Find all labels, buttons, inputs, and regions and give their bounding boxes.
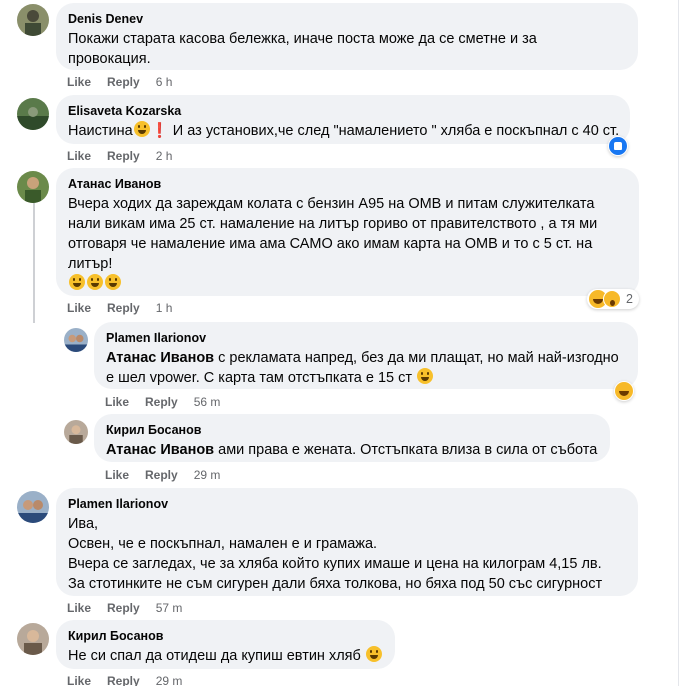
wow-reaction-icon xyxy=(603,290,621,308)
comment-timestamp[interactable]: 29 m xyxy=(156,674,183,686)
mention-link[interactable]: Атанас Иванов xyxy=(106,350,214,366)
comment-text-part: е шел vpower. С карта там отстъпката е 1… xyxy=(106,370,413,386)
comment-author[interactable]: Elisaveta Kozarska xyxy=(68,103,618,119)
comment-timestamp[interactable]: 57 m xyxy=(156,601,183,615)
comment-text: Покажи старата касова бележка, иначе пос… xyxy=(68,29,626,69)
avatar[interactable] xyxy=(17,4,49,36)
comment-text-line: Ива, xyxy=(68,516,99,532)
comment-bubble: Plamen Ilarionov Ива, Освен, че е поскъп… xyxy=(56,488,638,596)
comment-text-start: Наистина xyxy=(68,123,133,139)
reply-button[interactable]: Reply xyxy=(145,395,178,409)
emoji-row xyxy=(68,274,627,294)
comment-text-line: Освен, че е поскъпнал, намален е и грама… xyxy=(68,536,378,552)
comment-text: Вчера ходих да зареждам колата с бензин … xyxy=(68,194,627,294)
like-button[interactable]: Like xyxy=(105,395,129,409)
comment-timestamp[interactable]: 2 h xyxy=(156,149,173,163)
like-button[interactable]: Like xyxy=(67,75,91,89)
comment-text-line: е шел vpower. С карта там отстъпката е 1… xyxy=(106,368,626,388)
mention-link[interactable]: Атанас Иванов xyxy=(106,442,214,458)
grinning-emoji-icon xyxy=(365,646,382,662)
reply-button[interactable]: Reply xyxy=(107,149,140,163)
comment-text-rest: И аз установих,че след "намалението " хл… xyxy=(172,123,620,139)
comment-bubble: Plamen Ilarionov Атанас Иванов с реклама… xyxy=(94,322,638,389)
like-button[interactable]: Like xyxy=(67,601,91,615)
grinning-emoji-icon xyxy=(87,274,103,290)
comment-actions: Like Reply 56 m xyxy=(105,394,220,410)
reaction-summary[interactable] xyxy=(608,136,628,156)
avatar[interactable] xyxy=(64,328,88,352)
comment-author[interactable]: Кирил Босанов xyxy=(68,628,383,644)
rolling-laughing-emoji-icon xyxy=(417,368,434,384)
comment-bubble: Кирил Босанов Атанас Иванов ами права е … xyxy=(94,414,610,462)
like-button[interactable]: Like xyxy=(67,301,91,315)
exclamation-emoji-icon: ❗ xyxy=(150,123,169,139)
comment-text-line: Не си спал да отидеш да купиш евтин хляб xyxy=(68,646,383,666)
comment-bubble: Elisaveta Kozarska Наистина ❗ И аз устано… xyxy=(56,95,630,144)
avatar[interactable] xyxy=(17,623,49,655)
comment-actions: Like Reply 2 h xyxy=(67,148,172,164)
comment-bubble: Denis Denev Покажи старата касова бележк… xyxy=(56,3,638,70)
comment-text-line: нали викам има 25 ст. намаление на литър… xyxy=(68,216,598,232)
like-reaction-icon xyxy=(609,137,627,155)
avatar[interactable] xyxy=(17,491,49,523)
reply-button[interactable]: Reply xyxy=(107,674,140,686)
comment-timestamp[interactable]: 1 h xyxy=(156,301,173,315)
comment-text-line: Атанас Иванов с рекламата напред, без да… xyxy=(106,348,626,368)
grinning-emoji-icon xyxy=(69,274,85,290)
comment-text: Не си спал да отидеш да купиш евтин хляб xyxy=(68,646,383,666)
avatar[interactable] xyxy=(17,171,49,203)
comment-text-line: Вчера ходих да зареждам колата с бензин … xyxy=(68,196,595,212)
avatar[interactable] xyxy=(64,420,88,444)
comment-text-part: Не си спал да отидеш да купиш евтин хляб xyxy=(68,648,361,664)
comment-text-part: ами права е жената. Отстъпката влиза в с… xyxy=(214,442,598,458)
comment-actions: Like Reply 6 h xyxy=(67,74,172,90)
thread-line xyxy=(33,203,35,323)
comment-text: Наистина ❗ И аз установих,че след "намале… xyxy=(68,121,620,141)
comment-text-line: Атанас Иванов ами права е жената. Отстъп… xyxy=(106,440,598,460)
like-button[interactable]: Like xyxy=(67,674,91,686)
comment-author[interactable]: Кирил Босанов xyxy=(106,422,598,438)
reaction-summary[interactable]: 2 xyxy=(587,289,639,309)
comment-author[interactable]: Denis Denev xyxy=(68,11,626,27)
comment-text-line: отговаря че намаление има ама САМО ако и… xyxy=(68,236,593,252)
comment-author[interactable]: Plamen Ilarionov xyxy=(106,330,626,346)
reply-button[interactable]: Reply xyxy=(107,301,140,315)
comment-text: Ива, Освен, че е поскъпнал, намален е и … xyxy=(68,514,626,594)
comment-text-line: За стотинките не съм сигурен дали бяха т… xyxy=(68,576,603,592)
comment-bubble: Атанас Иванов Вчера ходих да зареждам ко… xyxy=(56,168,639,296)
grinning-emoji-icon xyxy=(105,274,121,290)
reply-button[interactable]: Reply xyxy=(145,468,178,482)
reaction-summary[interactable] xyxy=(614,381,634,401)
reaction-count: 2 xyxy=(626,292,633,306)
grinning-emoji-icon xyxy=(133,121,150,137)
like-button[interactable]: Like xyxy=(105,468,129,482)
avatar[interactable] xyxy=(17,98,49,130)
comment-text-line: литър! xyxy=(68,256,113,272)
comment-author[interactable]: Атанас Иванов xyxy=(68,176,627,192)
like-button[interactable]: Like xyxy=(67,149,91,163)
comment-actions: Like Reply 29 m xyxy=(67,673,182,686)
comment-actions: Like Reply 1 h xyxy=(67,300,172,316)
comment-text: Атанас Иванов ами права е жената. Отстъп… xyxy=(106,440,598,460)
comment-text-line: Вчера се загледах, че за хляба който куп… xyxy=(68,556,602,572)
comment-text: Атанас Иванов с рекламата напред, без да… xyxy=(106,348,626,388)
comment-timestamp[interactable]: 6 h xyxy=(156,75,173,89)
haha-reaction-icon xyxy=(615,382,633,400)
reply-button[interactable]: Reply xyxy=(107,601,140,615)
comment-actions: Like Reply 29 m xyxy=(105,467,220,483)
comment-text-line: Наистина ❗ И аз установих,че след "намале… xyxy=(68,121,620,141)
comment-bubble: Кирил Босанов Не си спал да отидеш да ку… xyxy=(56,620,395,669)
comment-text-line: провокация. xyxy=(68,51,151,67)
reply-button[interactable]: Reply xyxy=(107,75,140,89)
comment-timestamp[interactable]: 56 m xyxy=(194,395,221,409)
comment-text-part: с рекламата напред, без да ми плащат, но… xyxy=(214,350,619,366)
comment-actions: Like Reply 57 m xyxy=(67,600,182,616)
comment-author[interactable]: Plamen Ilarionov xyxy=(68,496,626,512)
comment-text-line: Покажи старата касова бележка, иначе пос… xyxy=(68,31,537,47)
comment-timestamp[interactable]: 29 m xyxy=(194,468,221,482)
